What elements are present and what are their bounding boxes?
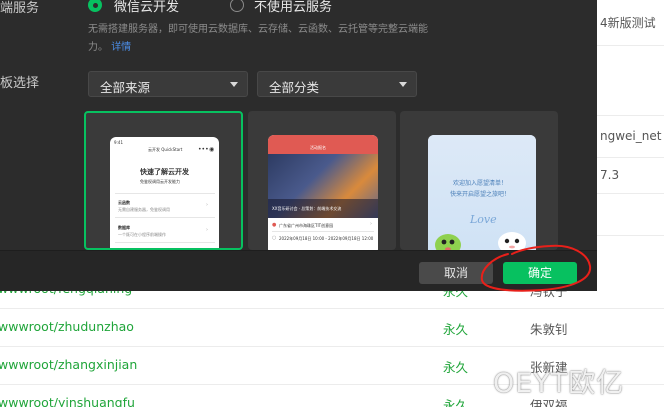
cloud-description: 无需搭建服务器，即可使用云数据库、云存储、云函数、云托管等完整云端能 力。 详情 (88, 21, 478, 57)
background-text: 4新版测试 (600, 16, 656, 30)
divider (597, 235, 664, 236)
preview-location: 广东省广州市海珠区TIT创意园 (279, 223, 334, 228)
template-select-label: 模板选择 (0, 76, 40, 91)
cloud-service-label: 云端服务 (0, 1, 40, 16)
description-text-cont: 力。 (88, 42, 108, 53)
radio-wechat-cloud-label[interactable]: 微信云开发 (114, 0, 179, 15)
preview-topbar: 云开发 QuickStart (148, 147, 183, 152)
watermark: OEYT欧亿 (493, 368, 625, 399)
divider (115, 242, 215, 243)
dialog-body: 云端服务 微信云开发 不使用云服务 无需搭建服务器，即可使用云数据库、云存储、云… (0, 0, 597, 250)
preview-subheading: 免鉴权调用云开发能力 (140, 179, 180, 184)
preview-heading: 快速了解云开发 (140, 168, 189, 176)
background-text: 7.3 (600, 168, 620, 182)
chevron-down-icon (230, 82, 238, 87)
preview-banner-text: XX音乐研讨会 · 总策划：前端技术交流 (272, 206, 342, 211)
divider (597, 193, 664, 194)
preview-row-desc: 一个既可在小程序前端操作 (118, 232, 166, 237)
clock-icon: ○ (272, 235, 277, 241)
preview-header-title: 活动报名 (310, 145, 326, 150)
preview-welcome-line1: 欢迎加入愿望清单！ (453, 180, 508, 187)
preview-welcome-line2: 快来开启愿望之旅吧！ (450, 191, 511, 198)
owner-name: 朱敦钊 (530, 322, 568, 337)
radio-no-cloud[interactable] (230, 0, 244, 12)
site-path[interactable]: wwwroot/zhangxinjian (0, 357, 137, 372)
status-time: 9:41 (114, 140, 123, 145)
site-path[interactable]: wwwroot/yinshuangfu (0, 395, 135, 407)
divider (115, 193, 215, 194)
chevron-right-icon: › (370, 221, 372, 227)
template-card-cloud-quickstart[interactable]: 9:41 云开发 QuickStart ••• ◉ 快速了解云开发 免鉴权调用云… (84, 111, 243, 250)
preview-row-title: 云函数 (118, 200, 130, 205)
target-icon: ◉ (209, 146, 215, 153)
template-preview: 9:41 云开发 QuickStart ••• ◉ 快速了解云开发 免鉴权调用云… (110, 137, 219, 248)
template-card-event-signup[interactable]: 活动报名 XX音乐研讨会 · 总策划：前端技术交流 ● 广东省广州市海珠区TIT… (248, 111, 396, 250)
template-card-wishlist[interactable]: 欢迎加入愿望清单！ 快来开启愿望之旅吧！ Love (400, 111, 558, 250)
background-text: ngwei_net (600, 129, 662, 143)
table-row[interactable]: wwwroot/zhudunzhao 永久 朱敦钊 (0, 309, 664, 347)
divider (115, 217, 215, 218)
divider (597, 157, 664, 158)
radio-no-cloud-label[interactable]: 不使用云服务 (254, 0, 332, 15)
preview-row-title: 数据库 (118, 225, 130, 230)
chevron-right-icon: › (206, 227, 208, 233)
annotation-circle-icon (480, 244, 592, 292)
divider (597, 45, 664, 46)
category-select-value: 全部分类 (269, 80, 320, 95)
source-select[interactable]: 全部来源 (88, 71, 248, 97)
template-preview: 活动报名 XX音乐研讨会 · 总策划：前端技术交流 ● 广东省广州市海珠区TIT… (268, 135, 378, 250)
location-icon: ● (272, 222, 277, 228)
chevron-down-icon (399, 82, 407, 87)
source-select-value: 全部来源 (100, 80, 151, 95)
duration: 永久 (443, 322, 469, 337)
divider (597, 115, 664, 116)
more-icon: ••• (198, 146, 209, 153)
green-character-icon (435, 234, 461, 250)
description-text: 无需搭建服务器，即可使用云数据库、云存储、云函数、云托管等完整云端能 (88, 24, 428, 35)
duration: 永久 (443, 360, 469, 375)
divider (272, 231, 374, 232)
preview-row-desc: 无需自建服务器，免鉴权调用 (118, 207, 170, 212)
details-link[interactable]: 详情 (111, 42, 131, 53)
preview-date: 2022年09月18日 10:00 - 2022年09月18日 12:00 (279, 236, 374, 241)
preview-script-text: Love (470, 213, 497, 226)
template-preview: 欢迎加入愿望清单！ 快来开启愿望之旅吧！ Love (428, 135, 536, 250)
chevron-right-icon: › (206, 202, 208, 208)
category-select[interactable]: 全部分类 (257, 71, 417, 97)
duration: 永久 (443, 398, 469, 407)
site-path[interactable]: wwwroot/zhudunzhao (0, 319, 134, 334)
radio-wechat-cloud[interactable] (88, 0, 102, 12)
